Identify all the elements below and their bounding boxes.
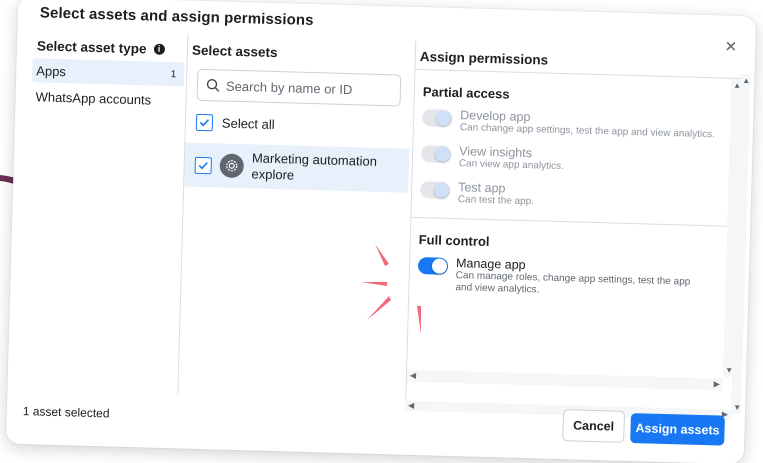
- permission-desc: Can view app analytics.: [458, 158, 565, 173]
- asset-type-label: WhatsApp accounts: [35, 88, 152, 108]
- stage: Select assets and assign permissions ✕ S…: [0, 0, 763, 463]
- asset-type-header-label: Select asset type: [36, 37, 147, 56]
- highlight-burst-icon: [361, 244, 421, 334]
- permission-desc: Can test the app.: [457, 194, 535, 208]
- asset-type-label: Apps: [36, 62, 67, 79]
- permissions-column: Assign permissions Partial access Develo…: [405, 40, 745, 410]
- cancel-button[interactable]: Cancel: [562, 409, 626, 443]
- select-all-label: Select all: [221, 115, 275, 132]
- asset-type-apps[interactable]: Apps 1: [31, 58, 185, 87]
- selection-status: 1 asset selected: [22, 404, 110, 421]
- toggle-switch: [419, 180, 451, 199]
- permission-test-app: Test app Can test the app.: [412, 177, 739, 222]
- info-icon[interactable]: i: [153, 43, 165, 55]
- scroll-left-icon[interactable]: ◀: [410, 371, 416, 380]
- scroll-right-icon[interactable]: ▶: [714, 379, 720, 388]
- asset-type-whatsapp[interactable]: WhatsApp accounts: [31, 84, 184, 112]
- scroll-down-icon[interactable]: ▼: [733, 403, 741, 412]
- permission-manage-app[interactable]: Manage app Can manage roles, change app …: [409, 252, 736, 308]
- scroll-left-icon[interactable]: ◀: [408, 401, 414, 410]
- checkbox-icon: [194, 156, 212, 174]
- asset-type-header: Select asset type i: [33, 30, 186, 60]
- assets-header: Select assets: [191, 42, 278, 60]
- search-icon: [206, 79, 220, 92]
- gear-icon: [219, 153, 245, 179]
- assign-assets-dialog: Select assets and assign permissions ✕ S…: [5, 0, 757, 463]
- search-input[interactable]: Search by name or ID: [196, 68, 402, 107]
- asset-type-column: Select asset type i Apps 1 WhatsApp acco…: [23, 30, 185, 394]
- permissions-panel: Partial access Develop app Can change ap…: [406, 68, 742, 391]
- scroll-up-icon[interactable]: ▲: [742, 76, 750, 85]
- dialog-title: Select assets and assign permissions: [39, 4, 314, 30]
- asset-type-count-badge: 1: [170, 68, 177, 80]
- toggle-switch: [420, 144, 452, 163]
- permissions-horizontal-scrollbar[interactable]: ◀ ▶: [406, 369, 723, 391]
- search-placeholder: Search by name or ID: [225, 78, 353, 97]
- select-all-checkbox[interactable]: Select all: [186, 107, 411, 143]
- toggle-switch: [421, 109, 453, 127]
- asset-list-item[interactable]: Marketing automation explore: [184, 142, 410, 193]
- assets-column: Select assets Search by name or ID Selec…: [177, 34, 413, 401]
- checkbox-icon: [195, 113, 214, 131]
- asset-name: Marketing automation explore: [251, 150, 378, 183]
- assign-assets-button[interactable]: Assign assets: [630, 413, 725, 446]
